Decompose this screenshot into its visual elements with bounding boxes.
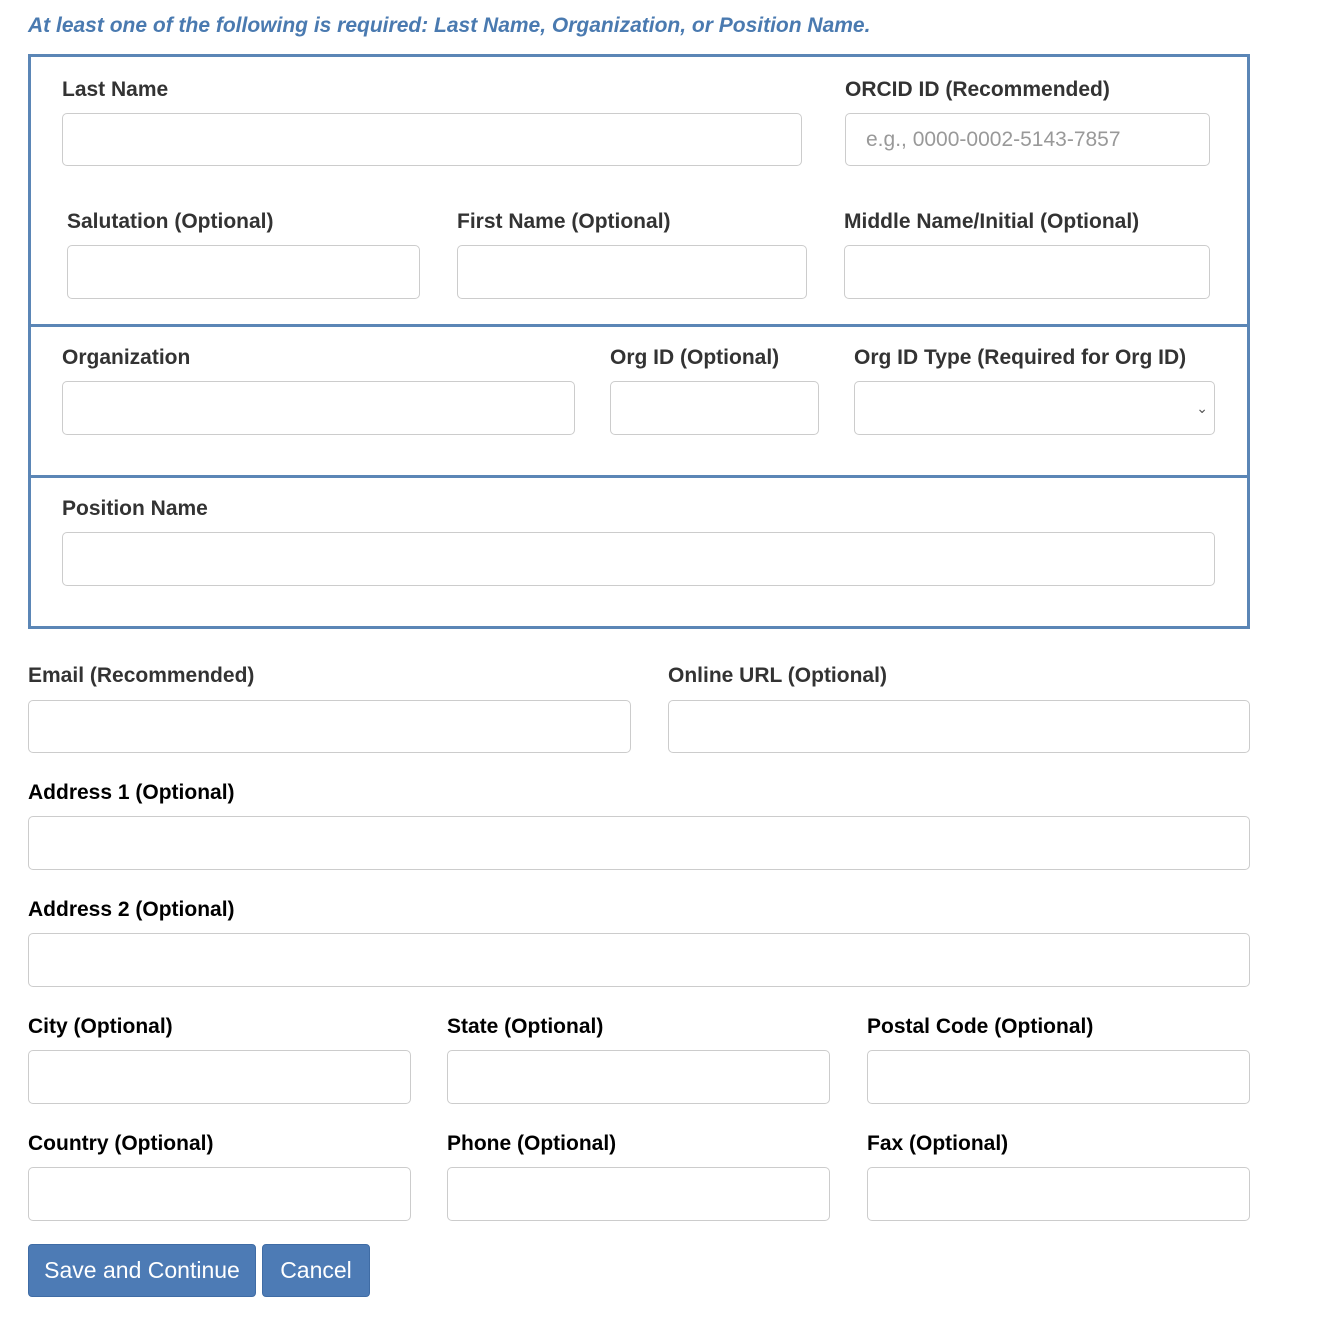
- chevron-down-icon: ⌄: [1196, 400, 1208, 416]
- middle-name-input[interactable]: [844, 245, 1210, 299]
- last-name-input[interactable]: [62, 113, 802, 166]
- phone-label: Phone (Optional): [447, 1132, 617, 1155]
- address1-label: Address 1 (Optional): [28, 781, 235, 804]
- postal-code-input[interactable]: [867, 1050, 1250, 1104]
- organization-label: Organization: [62, 346, 191, 369]
- country-input[interactable]: [28, 1167, 411, 1221]
- online-url-label: Online URL (Optional): [668, 664, 887, 687]
- orcid-input[interactable]: [845, 113, 1210, 166]
- section-divider: [31, 475, 1247, 478]
- email-label: Email (Recommended): [28, 664, 255, 687]
- first-name-input[interactable]: [457, 245, 807, 299]
- state-label: State (Optional): [447, 1015, 604, 1038]
- section-divider: [31, 324, 1247, 327]
- org-id-type-label: Org ID Type (Required for Org ID): [854, 346, 1187, 369]
- cancel-button[interactable]: Cancel: [262, 1244, 370, 1297]
- postal-code-label: Postal Code (Optional): [867, 1015, 1094, 1038]
- address1-input[interactable]: [28, 816, 1250, 870]
- last-name-label: Last Name: [62, 78, 169, 101]
- org-id-input[interactable]: [610, 381, 819, 435]
- first-name-label: First Name (Optional): [457, 210, 671, 233]
- fax-input[interactable]: [867, 1167, 1250, 1221]
- address2-input[interactable]: [28, 933, 1250, 987]
- state-input[interactable]: [447, 1050, 830, 1104]
- save-and-continue-button[interactable]: Save and Continue: [28, 1244, 256, 1297]
- email-input[interactable]: [28, 700, 631, 753]
- salutation-input[interactable]: [67, 245, 420, 299]
- fax-label: Fax (Optional): [867, 1132, 1009, 1155]
- org-id-label: Org ID (Optional): [610, 346, 780, 369]
- position-name-label: Position Name: [62, 497, 208, 520]
- orcid-label: ORCID ID (Recommended): [845, 78, 1110, 101]
- middle-name-label: Middle Name/Initial (Optional): [844, 210, 1140, 233]
- city-label: City (Optional): [28, 1015, 173, 1038]
- required-notice: At least one of the following is require…: [28, 14, 871, 37]
- city-input[interactable]: [28, 1050, 411, 1104]
- organization-input[interactable]: [62, 381, 575, 435]
- salutation-label: Salutation (Optional): [67, 210, 274, 233]
- address2-label: Address 2 (Optional): [28, 898, 235, 921]
- position-name-input[interactable]: [62, 532, 1215, 586]
- phone-input[interactable]: [447, 1167, 830, 1221]
- org-id-type-select[interactable]: ⌄: [854, 381, 1215, 435]
- online-url-input[interactable]: [668, 700, 1250, 753]
- country-label: Country (Optional): [28, 1132, 214, 1155]
